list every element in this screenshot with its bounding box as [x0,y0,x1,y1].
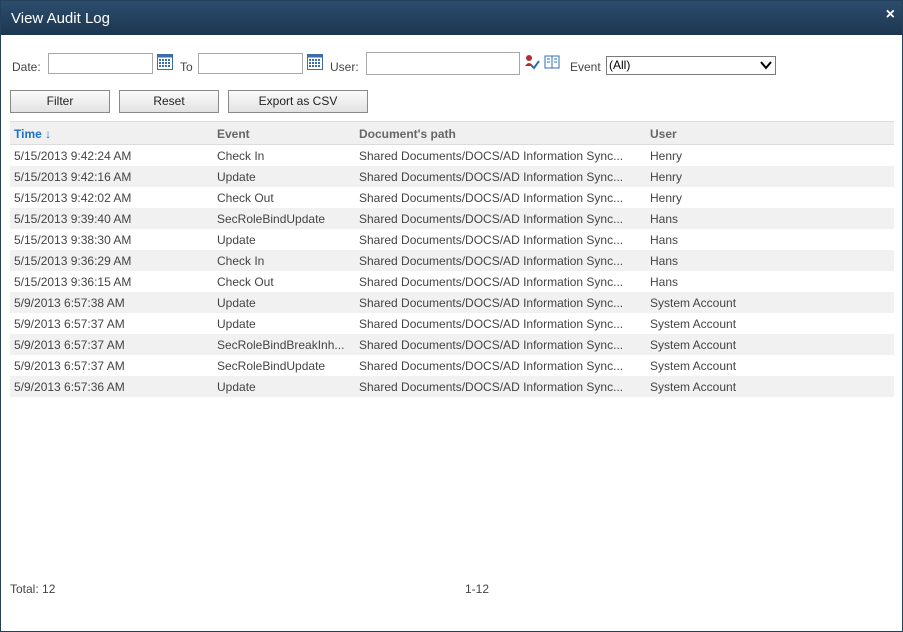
user-label: User: [330,60,359,74]
dropdown-arrow-icon [760,61,772,70]
time-cell: 5/15/2013 9:36:29 AM [14,254,132,268]
table-row: 5/9/2013 6:57:37 AM SecRoleBindUpdate Shar… [10,355,894,376]
user-input[interactable] [366,52,520,75]
user-cell: System Account [650,317,737,331]
paging-range: 1-12 [465,582,490,596]
close-icon[interactable]: × [886,6,895,24]
table-row: 5/9/2013 6:57:37 AM Update Shared Document… [10,313,894,334]
path-cell: Shared Documents/DOCS/AD Information Syn… [359,317,624,331]
event-cell: Check In [217,254,265,268]
event-cell: Update [217,296,256,310]
address-book-icon[interactable] [544,54,560,70]
path-cell: Shared Documents/DOCS/AD Information Syn… [359,212,624,226]
time-cell: 5/15/2013 9:39:40 AM [14,212,132,226]
path-cell: Shared Documents/DOCS/AD Information Syn… [359,170,624,184]
to-label: To [180,60,193,74]
table-row: 5/15/2013 9:42:16 AM Update Shared Documen… [10,166,894,187]
reset-button[interactable]: Reset [119,90,219,113]
user-cell: System Account [650,380,737,394]
path-cell: Shared Documents/DOCS/AD Information Syn… [359,359,624,373]
path-cell: Shared Documents/DOCS/AD Information Syn… [359,296,624,310]
time-cell: 5/9/2013 6:57:37 AM [14,338,125,352]
event-cell: Update [217,170,256,184]
user-cell: System Account [650,359,737,373]
event-cell: Update [217,317,256,331]
title-bar: View Audit Log × [1,1,902,35]
event-cell: Check In [217,149,265,163]
path-column-header: Document's path [359,127,456,141]
table-row: 5/9/2013 6:57:36 AM Update Shared Document… [10,376,894,397]
time-column-header[interactable]: Time ↓ [14,127,214,141]
user-cell: Henry [650,170,683,184]
time-cell: 5/15/2013 9:42:16 AM [14,170,132,184]
table-row: 5/15/2013 9:42:02 AM Check Out Shared Docu… [10,187,894,208]
date-label: Date: [12,60,41,74]
user-cell: Hans [650,233,679,247]
time-cell: 5/9/2013 6:57:37 AM [14,317,125,331]
table-row: 5/9/2013 6:57:37 AM SecRoleBindBreakInh..… [10,334,894,355]
total-count: Total: 12 [10,582,56,596]
event-cell: SecRoleBindUpdate [217,212,326,226]
filter-button[interactable]: Filter [10,90,110,113]
table-row: 5/15/2013 9:39:40 AM SecRoleBindUpdate Sha… [10,208,894,229]
table-row: 5/15/2013 9:36:29 AM Check In Shared Docum… [10,250,894,271]
table-row: 5/15/2013 9:42:24 AM Check In Shared Docum… [10,145,894,166]
check-names-icon[interactable] [524,54,540,70]
time-cell: 5/9/2013 6:57:38 AM [14,296,125,310]
user-cell: Henry [650,149,683,163]
table-row: 5/15/2013 9:38:30 AM Update Shared Documen… [10,229,894,250]
user-cell: Henry [650,191,683,205]
event-cell: Update [217,233,256,247]
event-select[interactable]: (All) [606,56,776,75]
user-cell: System Account [650,338,737,352]
calendar-icon[interactable] [157,54,173,70]
time-cell: 5/9/2013 6:57:37 AM [14,359,125,373]
path-cell: Shared Documents/DOCS/AD Information Syn… [359,191,624,205]
event-cell: SecRoleBindBreakInh... [217,338,345,352]
user-column-header: User [650,127,677,141]
time-cell: 5/15/2013 9:38:30 AM [14,233,132,247]
audit-log-table: Time ↓ Event Document's path User 5/15/2… [10,121,894,397]
dialog-title: View Audit Log [11,10,110,27]
time-cell: 5/9/2013 6:57:36 AM [14,380,125,394]
user-cell: Hans [650,212,679,226]
table-row: 5/15/2013 9:36:15 AM Check Out Shared Docu… [10,271,894,292]
table-body: 5/15/2013 9:42:24 AM Check In Shared Docum… [10,145,894,397]
event-selected-value: (All) [609,58,631,72]
user-cell: System Account [650,296,737,310]
path-cell: Shared Documents/DOCS/AD Information Syn… [359,233,624,247]
event-cell: Update [217,380,256,394]
time-cell: 5/15/2013 9:42:02 AM [14,191,132,205]
user-cell: Hans [650,275,679,289]
event-column-header: Event [217,127,250,141]
audit-log-dialog: View Audit Log × Date: To User: Event (A… [0,0,903,632]
path-cell: Shared Documents/DOCS/AD Information Syn… [359,275,624,289]
table-row: 5/9/2013 6:57:38 AM Update Shared Document… [10,292,894,313]
date-from-input[interactable] [48,53,153,74]
export-csv-button[interactable]: Export as CSV [228,90,368,113]
event-label: Event [570,60,601,74]
time-cell: 5/15/2013 9:36:15 AM [14,275,132,289]
time-cell: 5/15/2013 9:42:24 AM [14,149,132,163]
event-cell: SecRoleBindUpdate [217,359,326,373]
date-to-input[interactable] [198,53,303,74]
path-cell: Shared Documents/DOCS/AD Information Syn… [359,254,624,268]
path-cell: Shared Documents/DOCS/AD Information Syn… [359,380,624,394]
path-cell: Shared Documents/DOCS/AD Information Syn… [359,149,624,163]
table-header: Time ↓ Event Document's path User [10,121,894,145]
event-cell: Check Out [217,191,274,205]
event-cell: Check Out [217,275,274,289]
path-cell: Shared Documents/DOCS/AD Information Syn… [359,338,624,352]
calendar-icon[interactable] [307,54,323,70]
user-cell: Hans [650,254,679,268]
